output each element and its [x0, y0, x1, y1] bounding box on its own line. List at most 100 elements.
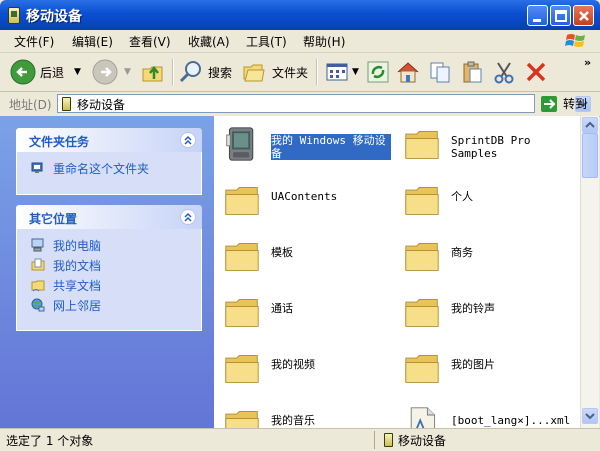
file-item-label: 商务: [451, 246, 473, 259]
menu-favorites[interactable]: 收藏(A): [188, 33, 230, 50]
place-my-documents-label: 我的文档: [53, 258, 102, 273]
folders-icon: [243, 64, 265, 82]
copy-button[interactable]: [428, 53, 452, 91]
place-network[interactable]: 网上邻居: [17, 295, 201, 315]
folder-icon: [225, 410, 259, 428]
address-value: 移动设备: [77, 98, 126, 112]
maximize-icon: [555, 10, 567, 22]
folder-icon: [405, 242, 439, 271]
views-button[interactable]: ▼: [324, 53, 359, 91]
toolbar-overflow-icon[interactable]: »: [584, 56, 591, 69]
menu-tools[interactable]: 工具(T): [246, 33, 287, 50]
file-tasks-header[interactable]: 文件夹任务: [16, 128, 202, 152]
menu-view[interactable]: 查看(V): [129, 33, 171, 50]
file-item-document[interactable]: [boot_lang×]...xml: [394, 400, 574, 428]
address-input[interactable]: 移动设备: [57, 94, 591, 113]
search-icon: [179, 61, 201, 83]
menu-edit[interactable]: 编辑(E): [72, 33, 113, 50]
task-rename-folder[interactable]: 重命名这个文件夹: [17, 158, 201, 178]
other-places-title: 其它位置: [29, 212, 78, 226]
folder-icon: [225, 298, 259, 327]
cut-button[interactable]: [492, 53, 516, 91]
go-label: 转到: [563, 97, 588, 111]
sync-button[interactable]: [366, 53, 390, 91]
mobile-device-icon: [62, 97, 71, 111]
file-item-label: 我的铃声: [451, 302, 495, 315]
delete-button[interactable]: [524, 53, 548, 91]
mobile-device-icon: [8, 7, 20, 24]
title-bar[interactable]: 移动设备: [0, 0, 600, 30]
folder-icon: [405, 130, 439, 159]
collapse-button[interactable]: [180, 132, 196, 148]
file-item-label: 我的视频: [271, 358, 315, 371]
search-label: 搜索: [208, 65, 233, 80]
back-dropdown-icon[interactable]: ▼: [74, 67, 81, 77]
views-dropdown-icon[interactable]: ▼: [352, 67, 359, 77]
close-button[interactable]: [573, 5, 594, 26]
file-list-view[interactable]: 我的 Windows 移动设备 SprintDB Pro Samples UAC…: [214, 116, 580, 428]
chevron-up-icon: [585, 121, 595, 128]
file-item-folder[interactable]: UAContents: [214, 176, 394, 224]
back-label: 后退: [40, 65, 65, 80]
home-button[interactable]: [396, 53, 420, 91]
sync-icon: [367, 61, 389, 83]
address-bar: 地址(D) 移动设备 转到: [0, 92, 600, 117]
file-item-folder[interactable]: 通话: [214, 288, 394, 336]
place-shared-documents[interactable]: 共享文档: [17, 275, 201, 295]
forward-button[interactable]: ▼: [92, 53, 131, 91]
toolbar-separator: [172, 59, 174, 85]
menu-file[interactable]: 文件(F): [14, 33, 54, 50]
views-icon: [326, 63, 348, 81]
scroll-down-button[interactable]: [582, 408, 598, 424]
paste-icon: [463, 61, 482, 83]
back-button[interactable]: 后退 ▼: [10, 53, 81, 91]
close-icon: [579, 11, 589, 21]
forward-dropdown-icon[interactable]: ▼: [124, 67, 131, 77]
file-item-folder[interactable]: 我的铃声: [394, 288, 574, 336]
file-item-label: 通话: [271, 302, 293, 315]
network-globe-icon: [31, 298, 45, 312]
mobile-device-icon: [384, 433, 393, 447]
file-item-folder[interactable]: SprintDB Pro Samples: [394, 120, 574, 168]
my-computer-icon: [31, 238, 44, 252]
collapse-button[interactable]: [180, 209, 196, 225]
chevron-up-icon: [184, 135, 192, 145]
file-item-label: SprintDB Pro Samples: [451, 134, 531, 160]
place-shared-documents-label: 共享文档: [53, 278, 102, 293]
folders-button[interactable]: 文件夹: [242, 53, 308, 91]
file-item-folder[interactable]: 商务: [394, 232, 574, 280]
folder-icon: [405, 354, 439, 383]
up-folder-button[interactable]: [140, 53, 166, 91]
status-location-text: 移动设备: [398, 434, 447, 448]
file-item-folder[interactable]: 我的音乐: [214, 400, 394, 428]
maximize-button[interactable]: [550, 5, 571, 26]
place-my-documents[interactable]: 我的文档: [17, 255, 201, 275]
file-item-pda[interactable]: 我的 Windows 移动设备: [214, 120, 394, 168]
place-my-computer[interactable]: 我的电脑: [17, 235, 201, 255]
up-folder-icon: [142, 65, 163, 82]
menu-help[interactable]: 帮助(H): [303, 33, 345, 50]
delete-x-icon: [526, 62, 546, 82]
other-places-header[interactable]: 其它位置: [16, 205, 202, 229]
file-item-folder[interactable]: 个人: [394, 176, 574, 224]
file-item-folder[interactable]: 我的视频: [214, 344, 394, 392]
minimize-button[interactable]: [527, 5, 548, 26]
shared-folder-icon: [31, 280, 45, 292]
search-button[interactable]: 搜索: [178, 53, 232, 91]
scroll-thumb[interactable]: [582, 133, 598, 178]
copy-icon: [430, 62, 450, 83]
file-item-folder[interactable]: 我的图片: [394, 344, 574, 392]
file-item-folder[interactable]: 模板: [214, 232, 394, 280]
go-button[interactable]: 转到: [541, 95, 587, 112]
windows-logo-icon: [565, 34, 585, 47]
folder-icon: [225, 354, 259, 383]
vertical-scrollbar[interactable]: [580, 116, 599, 428]
status-bar: 选定了 1 个对象 移动设备: [0, 428, 600, 451]
home-icon: [397, 62, 419, 83]
paste-button[interactable]: [460, 53, 484, 91]
other-places-group: 其它位置 我的电脑 我的文档 共享文档 网上邻居: [16, 205, 202, 331]
scroll-up-button[interactable]: [582, 117, 598, 133]
toolbar-separator: [316, 59, 318, 85]
task-rename-label: 重命名这个文件夹: [53, 161, 150, 176]
forward-arrow-icon: [92, 59, 118, 85]
